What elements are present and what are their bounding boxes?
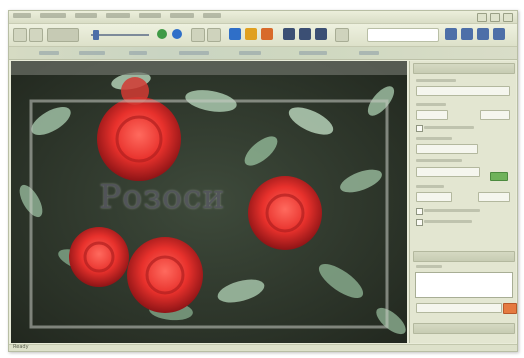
film-view-icon[interactable] xyxy=(299,28,311,40)
text-section-header[interactable] xyxy=(413,251,515,262)
rose-bloom xyxy=(69,227,129,287)
window-icon[interactable] xyxy=(493,28,505,40)
info-icon[interactable] xyxy=(335,28,349,42)
zoom-slider-track[interactable] xyxy=(91,34,149,36)
help-icon[interactable] xyxy=(445,28,457,40)
app-window: Розоси Ready xyxy=(8,10,518,352)
filmstrip-bar[interactable] xyxy=(9,47,517,60)
toolbar xyxy=(9,24,517,47)
menu-item-tools[interactable] xyxy=(139,13,161,18)
grid-view-icon[interactable] xyxy=(283,28,295,40)
panel-header[interactable] xyxy=(413,63,515,74)
overlay-text-layer[interactable]: Розоси xyxy=(99,177,225,216)
close-icon[interactable] xyxy=(503,13,513,22)
menu-item-edit[interactable] xyxy=(40,13,66,18)
minimize-icon[interactable] xyxy=(477,13,487,22)
status-bar: Ready xyxy=(9,344,517,351)
menu-item-help[interactable] xyxy=(203,13,221,18)
offset-x-field[interactable] xyxy=(416,192,452,202)
view-mode-button[interactable] xyxy=(47,28,79,42)
maximize-icon[interactable] xyxy=(490,13,500,22)
style-field[interactable] xyxy=(480,110,510,120)
rose-bloom xyxy=(97,97,181,181)
font-select[interactable] xyxy=(416,86,510,96)
status-text: Ready xyxy=(13,344,29,350)
menu-item-image[interactable] xyxy=(106,13,130,18)
image-canvas[interactable]: Розоси xyxy=(11,61,407,343)
menu-item-file[interactable] xyxy=(13,13,31,18)
properties-panel xyxy=(409,61,517,343)
adjust-icon[interactable] xyxy=(245,28,257,40)
preset-select[interactable] xyxy=(416,303,502,313)
size-field[interactable] xyxy=(416,110,448,120)
next-icon[interactable] xyxy=(172,29,182,39)
menu-bar xyxy=(9,11,517,24)
offset-y-field[interactable] xyxy=(478,192,510,202)
rotate-icon[interactable] xyxy=(191,28,205,42)
filter-icon[interactable] xyxy=(261,28,273,40)
menu-item-view[interactable] xyxy=(75,13,97,18)
text-input-area[interactable] xyxy=(415,272,513,298)
forward-icon[interactable] xyxy=(29,28,43,42)
flip-icon[interactable] xyxy=(207,28,221,42)
compare-icon[interactable] xyxy=(315,28,327,40)
outline-checkbox[interactable] xyxy=(416,219,423,226)
rose-bloom xyxy=(248,176,322,250)
apply-button[interactable] xyxy=(503,303,517,314)
crop-icon[interactable] xyxy=(229,28,241,40)
menu-item-window[interactable] xyxy=(170,13,194,18)
rose-bloom xyxy=(127,237,203,313)
layout-icon[interactable] xyxy=(477,28,489,40)
bold-checkbox[interactable] xyxy=(416,125,423,132)
search-input[interactable] xyxy=(367,28,439,42)
shadow-checkbox[interactable] xyxy=(416,208,423,215)
color-field[interactable] xyxy=(416,144,478,154)
play-icon[interactable] xyxy=(157,29,167,39)
opacity-field[interactable] xyxy=(416,167,480,177)
back-icon[interactable] xyxy=(13,28,27,42)
apply-color-button[interactable] xyxy=(490,172,508,181)
footer-panel-bar[interactable] xyxy=(413,323,515,334)
settings-icon[interactable] xyxy=(461,28,473,40)
zoom-slider-handle[interactable] xyxy=(93,30,99,40)
